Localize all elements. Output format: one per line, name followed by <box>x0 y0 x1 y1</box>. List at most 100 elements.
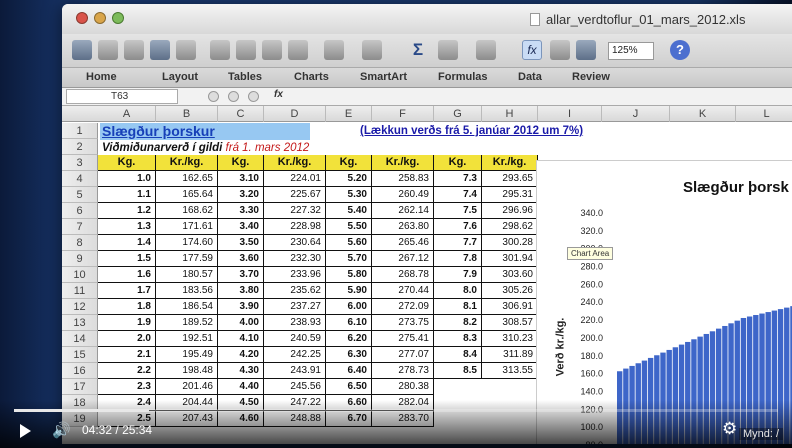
weight-cell[interactable]: 6.10 <box>326 315 372 331</box>
price-cell[interactable]: 174.60 <box>156 235 218 251</box>
price-cell[interactable]: 265.46 <box>372 235 434 251</box>
table-header-cell[interactable]: Kg. <box>434 155 482 171</box>
weight-cell[interactable]: 6.20 <box>326 331 372 347</box>
price-cell[interactable]: 272.09 <box>372 299 434 315</box>
row-header-13[interactable]: 13 <box>62 315 98 331</box>
weight-cell[interactable]: 8.2 <box>434 315 482 331</box>
weight-cell[interactable]: 8.3 <box>434 331 482 347</box>
help-icon[interactable]: ? <box>670 40 690 60</box>
weight-cell[interactable]: 2.2 <box>98 363 156 379</box>
column-header-j[interactable]: J <box>602 106 670 122</box>
row-header-2[interactable]: 2 <box>62 139 98 155</box>
tab-review[interactable]: Review <box>572 71 610 83</box>
weight-cell[interactable]: 7.7 <box>434 235 482 251</box>
price-cell[interactable]: 258.83 <box>372 171 434 187</box>
price-cell[interactable]: 177.59 <box>156 251 218 267</box>
table-header-cell[interactable]: Kg. <box>98 155 156 171</box>
weight-cell[interactable]: 1.7 <box>98 283 156 299</box>
price-cell[interactable]: 313.55 <box>482 363 538 379</box>
column-header-f[interactable]: F <box>372 106 434 122</box>
weight-cell[interactable]: 6.30 <box>326 347 372 363</box>
row-header-16[interactable]: 16 <box>62 363 98 379</box>
price-cell[interactable]: 228.98 <box>264 219 326 235</box>
price-cell[interactable]: 310.23 <box>482 331 538 347</box>
weight-cell[interactable]: 1.9 <box>98 315 156 331</box>
media-icon[interactable] <box>576 40 596 60</box>
price-cell[interactable]: 263.80 <box>372 219 434 235</box>
table-header-cell[interactable]: Kr./kg. <box>482 155 538 171</box>
price-cell[interactable]: 300.28 <box>482 235 538 251</box>
weight-cell[interactable]: 6.40 <box>326 363 372 379</box>
weight-cell[interactable]: 3.40 <box>218 219 264 235</box>
weight-cell[interactable]: 7.5 <box>434 203 482 219</box>
weight-cell[interactable]: 8.5 <box>434 363 482 379</box>
price-cell[interactable]: 235.62 <box>264 283 326 299</box>
column-header-b[interactable]: B <box>156 106 218 122</box>
row-header-1[interactable]: 1 <box>62 123 98 139</box>
paste-icon[interactable] <box>262 40 282 60</box>
weight-cell[interactable]: 7.3 <box>434 171 482 187</box>
weight-cell[interactable]: 5.70 <box>326 251 372 267</box>
price-cell[interactable]: 277.07 <box>372 347 434 363</box>
volume-icon[interactable]: 🔊 <box>52 422 72 440</box>
row-header-6[interactable]: 6 <box>62 203 98 219</box>
price-cell[interactable]: 275.41 <box>372 331 434 347</box>
name-box[interactable]: T63 <box>66 89 178 104</box>
price-cell[interactable]: 273.75 <box>372 315 434 331</box>
column-header-d[interactable]: D <box>264 106 326 122</box>
weight-cell[interactable]: 8.0 <box>434 283 482 299</box>
copy-icon[interactable] <box>236 40 256 60</box>
price-cell[interactable]: 238.93 <box>264 315 326 331</box>
column-header-k[interactable]: K <box>670 106 736 122</box>
tab-home[interactable]: Home <box>86 71 117 83</box>
price-cell[interactable]: 162.65 <box>156 171 218 187</box>
row-header-12[interactable]: 12 <box>62 299 98 315</box>
price-cell[interactable]: 306.91 <box>482 299 538 315</box>
print-icon[interactable] <box>176 40 196 60</box>
weight-cell[interactable]: 8.1 <box>434 299 482 315</box>
tab-smartart[interactable]: SmartArt <box>360 71 407 83</box>
price-cell[interactable]: 232.30 <box>264 251 326 267</box>
price-cell[interactable]: 262.14 <box>372 203 434 219</box>
row-header-9[interactable]: 9 <box>62 251 98 267</box>
autosum-icon[interactable]: Σ <box>408 40 428 60</box>
price-cell[interactable]: 243.91 <box>264 363 326 379</box>
weight-cell[interactable]: 5.90 <box>326 283 372 299</box>
price-cell[interactable]: 301.94 <box>482 251 538 267</box>
price-cell[interactable]: 195.49 <box>156 347 218 363</box>
price-cell[interactable]: 189.52 <box>156 315 218 331</box>
weight-cell[interactable]: 8.4 <box>434 347 482 363</box>
weight-cell[interactable]: 5.60 <box>326 235 372 251</box>
weight-cell[interactable]: 5.20 <box>326 171 372 187</box>
price-cell[interactable]: 168.62 <box>156 203 218 219</box>
sheet-title[interactable]: Slægður þorskur <box>100 123 310 140</box>
cut-icon[interactable] <box>210 40 230 60</box>
price-cell[interactable]: 308.57 <box>482 315 538 331</box>
new-sheet-icon[interactable] <box>72 40 92 60</box>
weight-cell[interactable]: 1.4 <box>98 235 156 251</box>
spreadsheet-grid[interactable]: ABCDEFGHIJKL 123456789101112131415161718… <box>62 106 792 444</box>
weight-cell[interactable]: 3.30 <box>218 203 264 219</box>
weight-cell[interactable]: 3.80 <box>218 283 264 299</box>
weight-cell[interactable]: 1.2 <box>98 203 156 219</box>
price-cell[interactable]: 201.46 <box>156 379 218 395</box>
price-cell[interactable]: 267.12 <box>372 251 434 267</box>
row-header-5[interactable]: 5 <box>62 187 98 203</box>
price-cell[interactable]: 230.64 <box>264 235 326 251</box>
row-header-3[interactable]: 3 <box>62 155 98 171</box>
weight-cell[interactable]: 5.50 <box>326 219 372 235</box>
weight-cell[interactable]: 3.60 <box>218 251 264 267</box>
weight-cell[interactable]: 1.1 <box>98 187 156 203</box>
function-icon[interactable]: fx <box>522 40 542 60</box>
toolbox-icon[interactable] <box>550 40 570 60</box>
row-header-17[interactable]: 17 <box>62 379 98 395</box>
weight-cell[interactable]: 4.20 <box>218 347 264 363</box>
row-header-7[interactable]: 7 <box>62 219 98 235</box>
minimize-window-button[interactable] <box>94 12 106 24</box>
column-header-c[interactable]: C <box>218 106 264 122</box>
weight-cell[interactable]: 4.40 <box>218 379 264 395</box>
weight-cell[interactable]: 3.70 <box>218 267 264 283</box>
table-header-cell[interactable]: Kr./kg. <box>372 155 434 171</box>
column-header-i[interactable]: I <box>538 106 602 122</box>
filter-icon[interactable] <box>476 40 496 60</box>
